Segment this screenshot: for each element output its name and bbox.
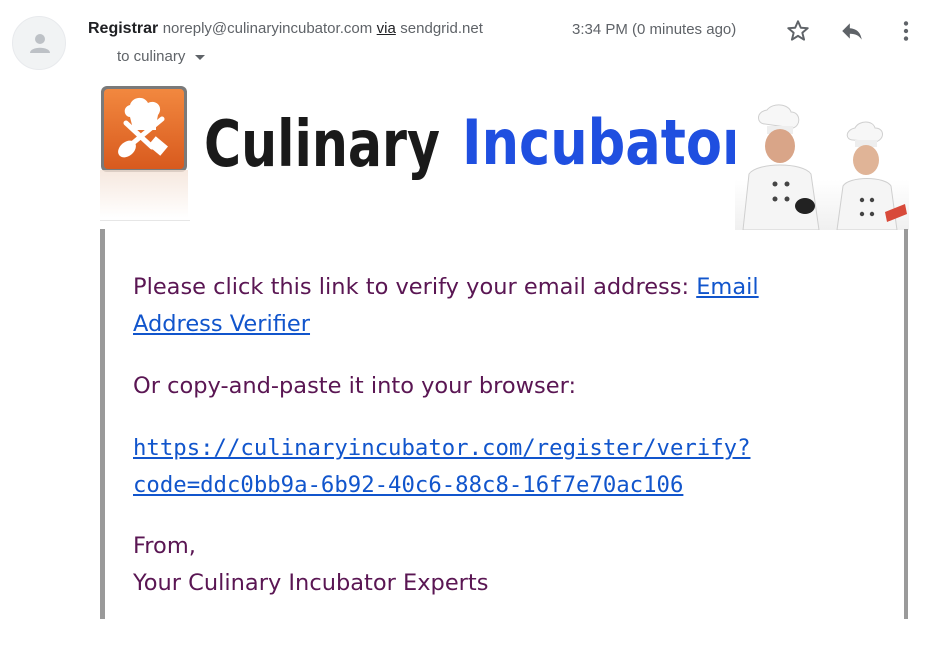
verify-paragraph: Please click this link to verify your em… (133, 269, 853, 343)
more-vertical-icon[interactable] (893, 18, 919, 44)
logo-divider (100, 220, 190, 221)
via-link[interactable]: via (377, 20, 396, 37)
signature-name: Your Culinary Incubator Experts (133, 570, 489, 596)
verify-url-link[interactable]: https://culinaryincubator.com/register/v… (133, 435, 751, 498)
sender-avatar[interactable] (12, 16, 66, 70)
chefs-photo (735, 104, 909, 230)
brand-word-culinary: Culinary (204, 108, 440, 182)
verify-text: Please click this link to verify your em… (133, 274, 697, 300)
brand-word-incubator: Incubator (462, 106, 748, 179)
brand-wordmark: Culinary Incubator (203, 105, 749, 183)
star-icon[interactable] (785, 18, 811, 44)
recipient-label: to culinary (117, 48, 186, 65)
sender-email: noreply@culinaryincubator.com (162, 20, 373, 37)
reply-icon[interactable] (839, 18, 865, 44)
signature-from: From, (133, 533, 196, 559)
timestamp: 3:34 PM (0 minutes ago) (572, 21, 737, 38)
verify-url-paragraph: https://culinaryincubator.com/register/v… (133, 430, 853, 504)
avatar-person-icon (30, 34, 50, 53)
sender-name[interactable]: Registrar (88, 20, 158, 37)
chevron-down-icon (195, 54, 206, 60)
signature: From, Your Culinary Incubator Experts (133, 528, 853, 602)
via-domain: sendgrid.net (400, 20, 483, 37)
email-content-panel: Please click this link to verify your em… (100, 229, 908, 619)
recipient-toggle[interactable]: to culinary (117, 48, 206, 65)
logo-reflection (100, 170, 188, 218)
sender-line: Registrar noreply@culinaryincubator.com … (88, 20, 483, 38)
copy-instruction: Or copy-and-paste it into your browser: (133, 373, 577, 399)
